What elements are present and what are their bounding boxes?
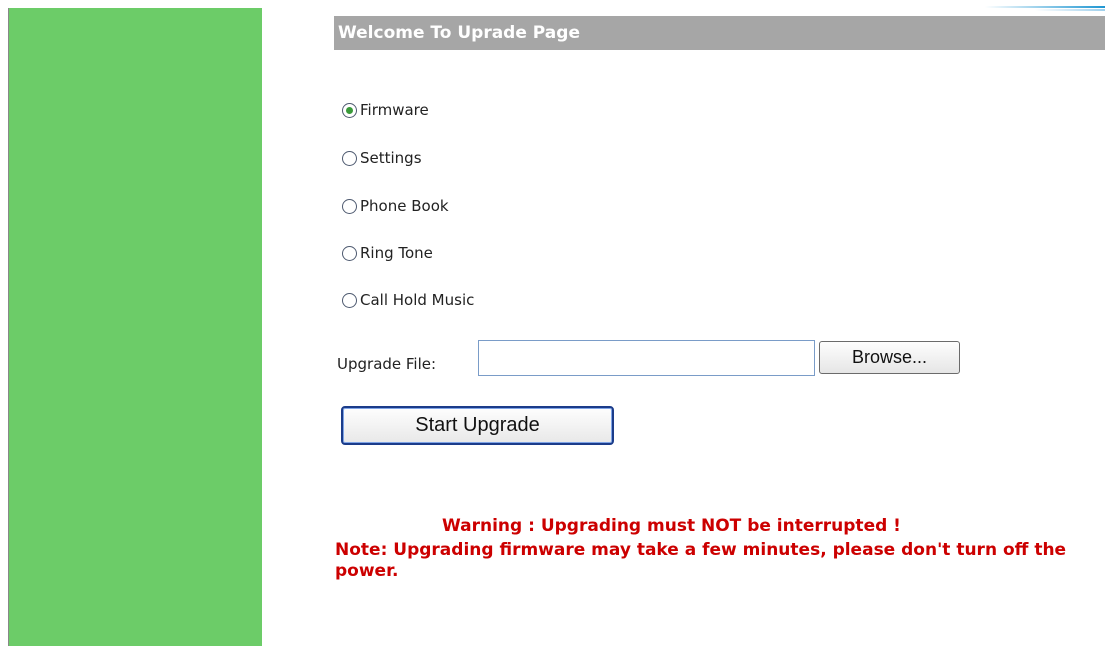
upgrade-option-label: Call Hold Music — [360, 291, 475, 309]
phone-book-radio[interactable] — [342, 198, 357, 214]
upgrade-option-label: Settings — [360, 149, 422, 167]
upgrade-option-firmware[interactable]: Firmware — [342, 100, 429, 120]
upgrade-file-input[interactable] — [478, 340, 815, 376]
upgrade-option-phone-book[interactable]: Phone Book — [342, 196, 449, 216]
upgrade-file-label: Upgrade File: — [337, 355, 437, 373]
upgrade-option-settings[interactable]: Settings — [342, 148, 422, 168]
header-decoration-line — [985, 6, 1105, 8]
firmware-radio[interactable] — [342, 102, 357, 118]
header-decoration-line — [1035, 9, 1105, 11]
start-upgrade-button[interactable]: Start Upgrade — [341, 406, 614, 445]
call-hold-music-radio[interactable] — [342, 292, 357, 308]
upgrade-option-label: Phone Book — [360, 197, 449, 215]
power-note: Note: Upgrading firmware may take a few … — [335, 540, 1067, 581]
upgrade-option-ring-tone[interactable]: Ring Tone — [342, 243, 433, 263]
left-sidebar — [9, 8, 262, 646]
ring-tone-radio[interactable] — [342, 245, 357, 261]
browse-button[interactable]: Browse... — [819, 341, 960, 374]
header-decoration — [955, 0, 1105, 14]
warning-message: Warning : Upgrading must NOT be interrup… — [442, 516, 901, 536]
upgrade-page: Welcome To Uprade Page Firmware Settings… — [0, 0, 1105, 646]
upgrade-option-label: Ring Tone — [360, 244, 433, 262]
upgrade-option-call-hold-music[interactable]: Call Hold Music — [342, 290, 474, 310]
page-title: Welcome To Uprade Page — [334, 16, 1105, 50]
upgrade-option-label: Firmware — [360, 101, 429, 119]
settings-radio[interactable] — [342, 150, 357, 166]
